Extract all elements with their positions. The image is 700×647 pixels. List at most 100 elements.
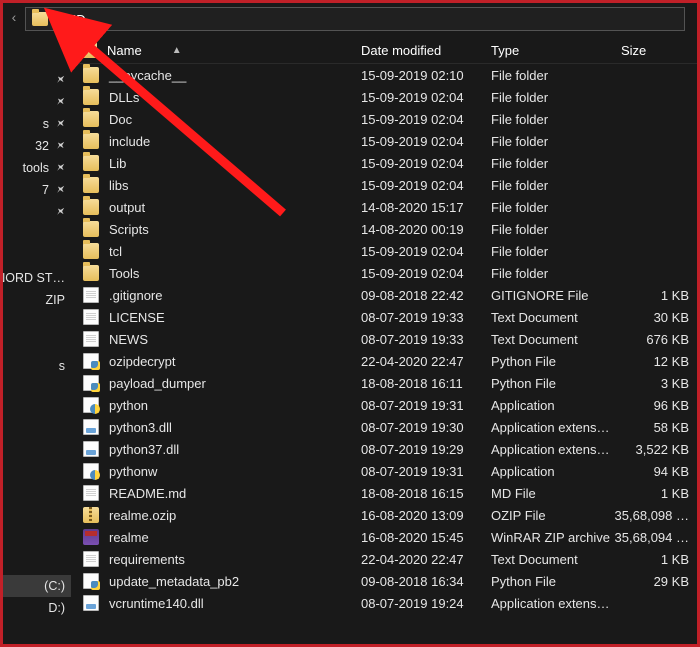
nav-item[interactable]: s [3, 355, 71, 377]
cell-name[interactable]: python37.dll [73, 438, 353, 460]
column-header-date[interactable]: Date modified [353, 37, 483, 63]
table-row[interactable]: README.md18-08-2018 16:15MD File1 KB [73, 482, 697, 504]
nav-item[interactable]: NORD ST… [3, 267, 71, 289]
cell-name[interactable]: python3.dll [73, 416, 353, 438]
table-row[interactable]: update_metadata_pb209-08-2018 16:34Pytho… [73, 570, 697, 592]
cell-date: 08-07-2019 19:31 [353, 394, 483, 416]
cell-size: 94 KB [613, 460, 697, 482]
cell-size: 35,68,094 … [613, 526, 697, 548]
cell-name[interactable]: README.md [73, 482, 353, 504]
table-row[interactable]: NEWS08-07-2019 19:33Text Document676 KB [73, 328, 697, 350]
cell-name[interactable]: realme [73, 526, 353, 548]
cell-type: Application extens… [483, 416, 613, 438]
cell-size: 35,68,098 … [613, 504, 697, 526]
cell-size: 96 KB [613, 394, 697, 416]
table-row[interactable]: libs15-09-2019 02:04File folder [73, 174, 697, 196]
table-row[interactable]: DLLs15-09-2019 02:04File folder [73, 86, 697, 108]
nav-item[interactable] [3, 69, 71, 91]
cell-name[interactable]: __pycache__ [73, 64, 353, 86]
nav-item [3, 377, 71, 399]
cell-name[interactable]: LICENSE [73, 306, 353, 328]
folder-icon [83, 221, 99, 237]
table-row[interactable]: output14-08-2020 15:17File folder [73, 196, 697, 218]
table-row[interactable]: realme.ozip16-08-2020 13:09OZIP File35,6… [73, 504, 697, 526]
cell-name[interactable]: realme.ozip [73, 504, 353, 526]
column-headers[interactable]: Name ▲ Date modified Type Size [73, 37, 697, 64]
cell-name[interactable]: pythonw [73, 460, 353, 482]
table-row[interactable]: tcl15-09-2019 02:04File folder [73, 240, 697, 262]
column-header-name[interactable]: Name ▲ [73, 37, 353, 63]
back-button[interactable]: ‹ [7, 9, 21, 29]
cell-name[interactable]: output [73, 196, 353, 218]
nav-item [3, 223, 71, 245]
cell-date: 15-09-2019 02:04 [353, 152, 483, 174]
cell-size: 3,522 KB [613, 438, 697, 460]
cell-size: 1 KB [613, 482, 697, 504]
address-input[interactable] [54, 11, 684, 28]
cell-name[interactable]: .gitignore [73, 284, 353, 306]
table-row[interactable]: ozipdecrypt22-04-2020 22:47Python File12… [73, 350, 697, 372]
cell-name[interactable]: Lib [73, 152, 353, 174]
nav-item[interactable]: 32 [3, 135, 71, 157]
nav-item-label: s [43, 113, 49, 135]
nav-item-label: 32 [35, 135, 49, 157]
cell-name[interactable]: vcruntime140.dll [73, 592, 353, 614]
navigation-pane[interactable]: s32tools7NORD ST…ZIPs(C:)D:) [3, 47, 71, 643]
column-header-size[interactable]: Size [613, 37, 697, 63]
cell-date: 14-08-2020 15:17 [353, 196, 483, 218]
nav-item [3, 421, 71, 443]
table-row[interactable]: requirements22-04-2020 22:47Text Documen… [73, 548, 697, 570]
cell-type: File folder [483, 86, 613, 108]
nav-item[interactable]: s [3, 113, 71, 135]
table-row[interactable]: Tools15-09-2019 02:04File folder [73, 262, 697, 284]
nav-item[interactable]: tools [3, 157, 71, 179]
nav-item[interactable]: ZIP [3, 289, 71, 311]
cell-type: GITIGNORE File [483, 284, 613, 306]
cell-date: 09-08-2018 16:34 [353, 570, 483, 592]
nav-item[interactable]: (C:) [3, 575, 71, 597]
file-name-label: python [109, 398, 148, 413]
table-row[interactable]: LICENSE08-07-2019 19:33Text Document30 K… [73, 306, 697, 328]
table-row[interactable]: python3.dll08-07-2019 19:30Application e… [73, 416, 697, 438]
cell-name[interactable]: DLLs [73, 86, 353, 108]
cell-name[interactable]: include [73, 130, 353, 152]
folder-icon [83, 155, 99, 171]
table-row[interactable]: Doc15-09-2019 02:04File folder [73, 108, 697, 130]
address-bar[interactable] [25, 7, 685, 31]
cell-name[interactable]: requirements [73, 548, 353, 570]
file-name-label: NEWS [109, 332, 148, 347]
cell-date: 08-07-2019 19:33 [353, 328, 483, 350]
table-row[interactable]: python 08-07-2019 19:31Application96 KB [73, 394, 697, 416]
cell-name[interactable]: python [73, 394, 353, 416]
nav-item[interactable] [3, 91, 71, 113]
file-icon [83, 551, 99, 567]
table-row[interactable]: Scripts14-08-2020 00:19File folder [73, 218, 697, 240]
cell-name[interactable]: tcl [73, 240, 353, 262]
nav-item[interactable]: D:) [3, 597, 71, 619]
table-row[interactable]: payload_dumper18-08-2018 16:11Python Fil… [73, 372, 697, 394]
cell-name[interactable]: Scripts [73, 218, 353, 240]
column-header-type[interactable]: Type [483, 37, 613, 63]
table-row[interactable]: vcruntime140.dll08-07-2019 19:24Applicat… [73, 592, 697, 614]
cell-name[interactable]: update_metadata_pb2 [73, 570, 353, 592]
table-row[interactable]: include15-09-2019 02:04File folder [73, 130, 697, 152]
cell-name[interactable]: libs [73, 174, 353, 196]
nav-item[interactable] [3, 201, 71, 223]
cell-name[interactable]: Doc [73, 108, 353, 130]
cell-date: 22-04-2020 22:47 [353, 350, 483, 372]
table-row[interactable]: pythonw08-07-2019 19:31Application94 KB [73, 460, 697, 482]
table-row[interactable]: realme16-08-2020 15:45WinRAR ZIP archive… [73, 526, 697, 548]
cell-name[interactable]: Tools [73, 262, 353, 284]
cell-type: Application [483, 394, 613, 416]
nav-item[interactable]: 7 [3, 179, 71, 201]
nav-item-label: (C:) [44, 575, 65, 597]
table-row[interactable]: python37.dll08-07-2019 19:29Application … [73, 438, 697, 460]
table-row[interactable]: __pycache__15-09-2019 02:10File folder [73, 64, 697, 86]
cell-date: 15-09-2019 02:04 [353, 130, 483, 152]
table-row[interactable]: .gitignore09-08-2018 22:42GITIGNORE File… [73, 284, 697, 306]
cell-type: Application extens… [483, 592, 613, 614]
table-row[interactable]: Lib15-09-2019 02:04File folder [73, 152, 697, 174]
cell-name[interactable]: payload_dumper [73, 372, 353, 394]
cell-name[interactable]: ozipdecrypt [73, 350, 353, 372]
cell-name[interactable]: NEWS [73, 328, 353, 350]
